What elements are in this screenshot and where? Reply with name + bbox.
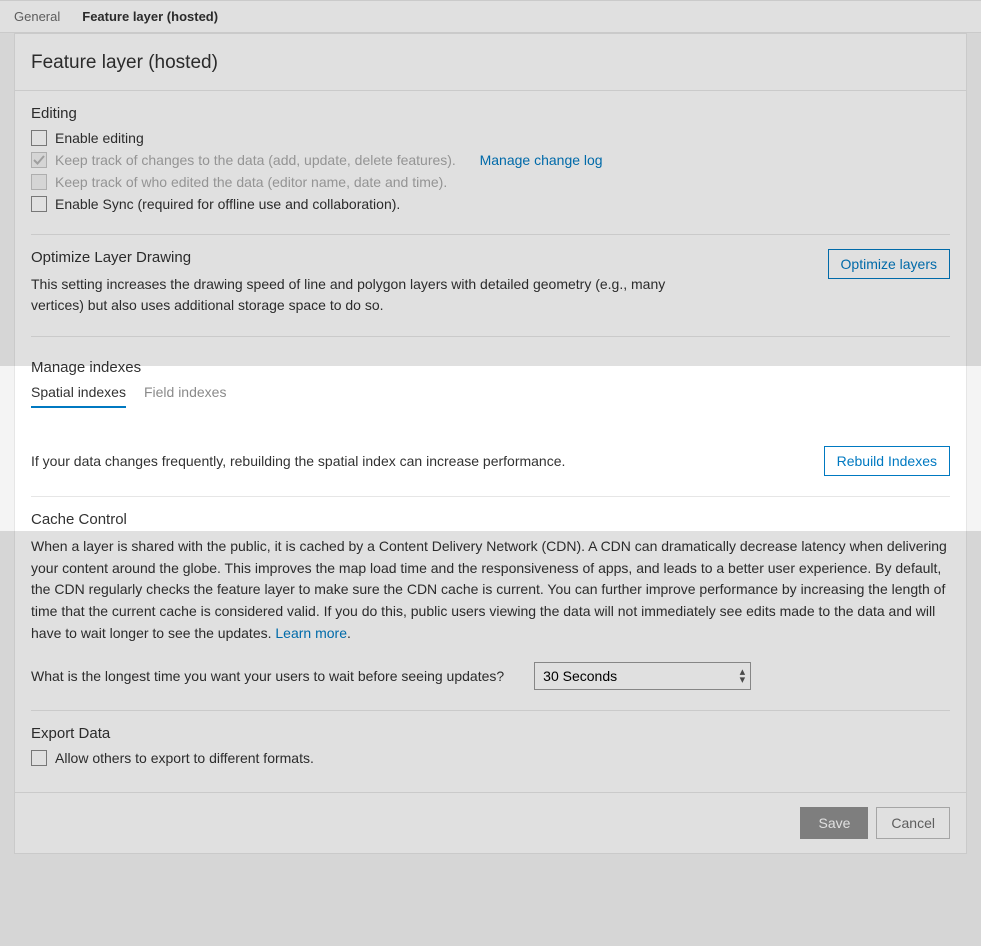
panel-footer: Save Cancel xyxy=(15,792,966,853)
rebuild-indexes-button[interactable]: Rebuild Indexes xyxy=(824,446,950,476)
tab-spatial-indexes[interactable]: Spatial indexes xyxy=(31,384,126,408)
optimize-section: Optimize Layer Drawing This setting incr… xyxy=(15,235,966,336)
enable-editing-label: Enable editing xyxy=(55,130,144,146)
cache-question: What is the longest time you want your u… xyxy=(31,668,504,684)
tab-general[interactable]: General xyxy=(14,9,60,24)
enable-editing-checkbox[interactable] xyxy=(31,130,47,146)
optimize-layers-button[interactable]: Optimize layers xyxy=(828,249,950,279)
allow-export-label: Allow others to export to different form… xyxy=(55,750,314,766)
cache-title: Cache Control xyxy=(31,511,950,528)
cache-desc: When a layer is shared with the public, … xyxy=(31,536,950,644)
track-changes-label: Keep track of changes to the data (add, … xyxy=(55,152,456,168)
enable-sync-checkbox[interactable] xyxy=(31,196,47,212)
optimize-desc: This setting increases the drawing speed… xyxy=(31,274,671,316)
allow-export-checkbox[interactable] xyxy=(31,750,47,766)
export-title: Export Data xyxy=(31,725,950,742)
indexes-title: Manage indexes xyxy=(31,359,950,376)
index-subtabs: Spatial indexes Field indexes xyxy=(31,384,950,408)
editing-section: Editing Enable editing Keep track of cha… xyxy=(15,91,966,234)
track-who-checkbox xyxy=(31,174,47,190)
indexes-section: Manage indexes Spatial indexes Field ind… xyxy=(15,337,966,496)
editing-title: Editing xyxy=(31,105,950,122)
cache-duration-select[interactable] xyxy=(534,662,751,690)
settings-panel: Feature layer (hosted) Editing Enable ed… xyxy=(14,33,967,854)
optimize-title: Optimize Layer Drawing xyxy=(31,249,671,266)
export-section: Export Data Allow others to export to di… xyxy=(15,711,966,792)
learn-more-link[interactable]: Learn more xyxy=(275,625,347,641)
tab-feature-layer[interactable]: Feature layer (hosted) xyxy=(82,9,218,24)
indexes-desc: If your data changes frequently, rebuild… xyxy=(31,453,565,469)
track-changes-checkbox xyxy=(31,152,47,168)
cache-section: Cache Control When a layer is shared wit… xyxy=(15,497,966,710)
tab-field-indexes[interactable]: Field indexes xyxy=(144,384,227,408)
save-button[interactable]: Save xyxy=(800,807,868,839)
cancel-button[interactable]: Cancel xyxy=(876,807,950,839)
track-who-label: Keep track of who edited the data (edito… xyxy=(55,174,447,190)
top-tabs: General Feature layer (hosted) xyxy=(0,0,981,33)
enable-sync-label: Enable Sync (required for offline use an… xyxy=(55,196,400,212)
manage-change-log-link[interactable]: Manage change log xyxy=(480,152,603,168)
panel-title: Feature layer (hosted) xyxy=(15,34,966,91)
